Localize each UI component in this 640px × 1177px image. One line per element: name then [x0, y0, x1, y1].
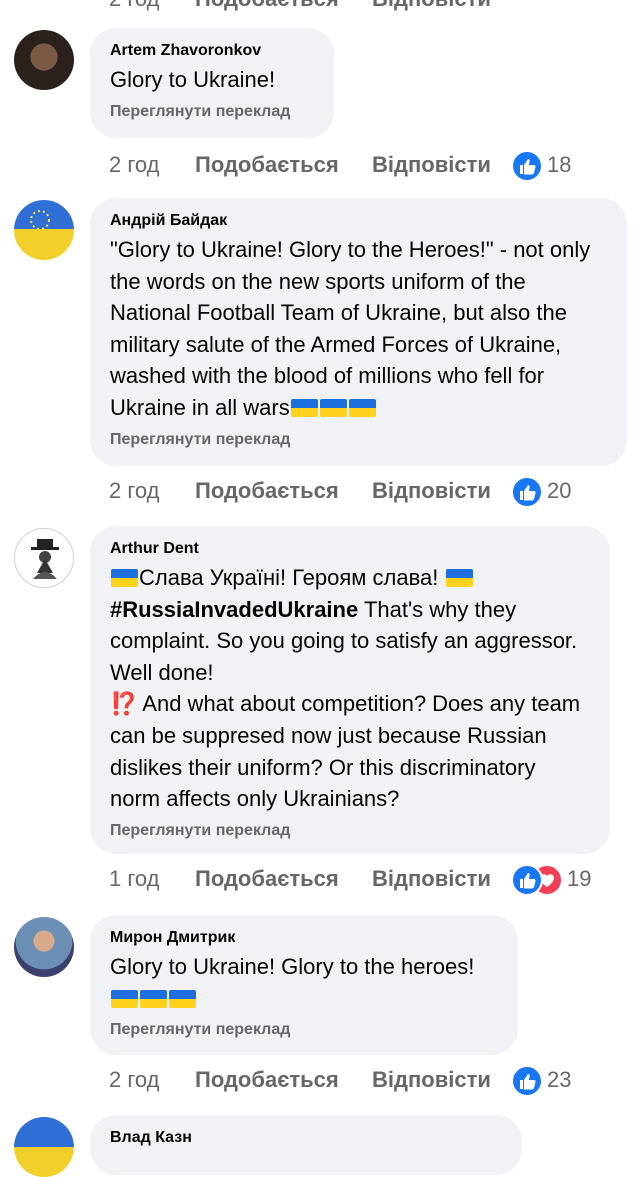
ukraine-flag-icon — [319, 398, 347, 417]
ukraine-flags — [290, 395, 377, 420]
reply-link[interactable]: Відповісти — [372, 152, 491, 178]
see-translation-link[interactable]: Переглянути переклад — [110, 821, 590, 841]
author-name[interactable]: Мирон Дмитрик — [110, 928, 498, 948]
like-link[interactable]: Подобається — [195, 1067, 339, 1093]
avatar[interactable] — [14, 1117, 74, 1177]
time-label[interactable]: 2 год — [109, 478, 159, 504]
like-reaction-icon — [511, 864, 543, 896]
plague-doctor-icon — [31, 539, 59, 579]
ukraine-flag-icon — [445, 569, 473, 587]
reply-link[interactable]: Відповісти — [372, 478, 491, 504]
ukraine-flag-icon — [140, 989, 167, 1008]
author-name[interactable]: Андрій Байдак — [110, 211, 607, 231]
ukraine-flag-icon — [348, 398, 376, 417]
author-name[interactable]: Arthur Dent — [110, 539, 590, 559]
like-link[interactable]: Подобається — [195, 866, 339, 892]
author-name[interactable]: Влад Казн — [110, 1128, 502, 1148]
comment-text: Glory to Ukraine! Glory to the heroes! — [110, 951, 498, 1014]
comment-bubble: Arthur Dent Слава Україні! Героям слава!… — [90, 526, 610, 854]
avatar[interactable] — [14, 917, 74, 977]
author-name[interactable]: Artem Zhavoronkov — [110, 41, 314, 61]
ukraine-flag-icon — [169, 989, 196, 1008]
time-label[interactable]: 2 год — [109, 1067, 159, 1093]
reply-link[interactable]: Відповісти — [372, 0, 491, 12]
see-translation-link[interactable]: Переглянути переклад — [110, 102, 314, 122]
see-translation-link[interactable]: Переглянути переклад — [110, 430, 607, 450]
reply-link[interactable]: Відповісти — [372, 1067, 491, 1093]
time-label[interactable]: 1 год — [109, 866, 159, 892]
reaction-count: 20 — [547, 478, 572, 503]
reaction-count: 18 — [547, 152, 572, 177]
comment-bubble: Artem Zhavoronkov Glory to Ukraine! Пере… — [90, 28, 334, 138]
comment-bubble: Мирон Дмитрик Glory to Ukraine! Glory to… — [90, 915, 518, 1055]
like-link[interactable]: Подобається — [195, 152, 339, 178]
hashtag-link[interactable]: #RussiaInvadedUkraine — [110, 597, 358, 622]
comment-bubble: Влад Казн — [90, 1115, 522, 1175]
time-label: 2 год — [109, 0, 159, 12]
comment-body: Glory to Ukraine! Glory to the heroes! — [110, 954, 475, 979]
reply-link[interactable]: Відповісти — [372, 866, 491, 892]
eu-stars-icon — [30, 210, 50, 230]
time-label[interactable]: 2 год — [109, 152, 159, 178]
interrobang-icon: ⁉️ — [110, 691, 138, 717]
reaction-count: 19 — [567, 866, 592, 891]
avatar[interactable] — [14, 200, 74, 260]
like-reaction-icon — [511, 1065, 543, 1097]
see-translation-link[interactable]: Переглянути переклад — [110, 1020, 498, 1040]
comment-bubble: Андрій Байдак "Glory to Ukraine! Glory t… — [90, 198, 627, 466]
reaction-count: 23 — [547, 1067, 572, 1092]
like-link[interactable]: Подобається — [195, 478, 339, 504]
avatar[interactable] — [14, 528, 74, 588]
ukraine-flag-icon — [111, 989, 138, 1008]
ukraine-flag-icon — [290, 398, 318, 417]
previous-comment-actions-cut: 2 год Подобається Відповісти — [0, 0, 640, 11]
comment-text: Слава Україні! Героям слава! #RussiaInva… — [110, 562, 590, 815]
comment-line-1: Слава Україні! Героям слава! — [139, 565, 439, 590]
like-link[interactable]: Подобається — [195, 0, 339, 12]
comment-body: "Glory to Ukraine! Glory to the Heroes!"… — [110, 237, 591, 420]
ukraine-flag-icon — [111, 569, 138, 587]
like-reaction-icon — [511, 476, 543, 508]
comment-text: Glory to Ukraine! — [110, 67, 276, 92]
comment-body-2: And what about competition? Does any tea… — [110, 691, 581, 812]
like-reaction-icon — [511, 150, 543, 182]
avatar[interactable] — [14, 30, 74, 90]
comment-text: "Glory to Ukraine! Glory to the Heroes!"… — [110, 234, 607, 424]
